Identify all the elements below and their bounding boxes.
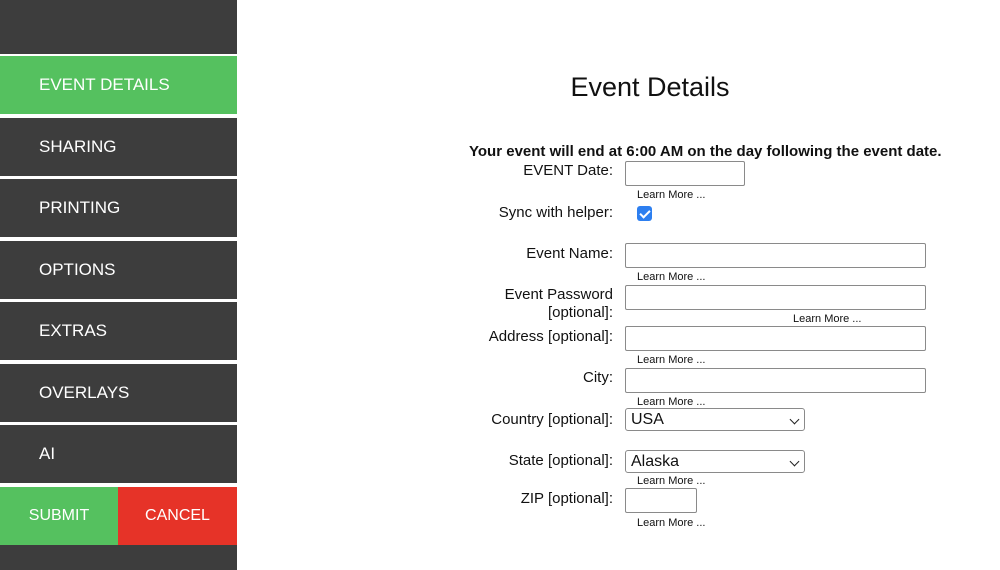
- event-password-input[interactable]: [625, 285, 926, 310]
- zip-label: ZIP [optional]:: [520, 490, 613, 507]
- state-label: State [optional]:: [508, 452, 613, 469]
- submit-button[interactable]: SUBMIT: [0, 487, 118, 545]
- country-select[interactable]: USA: [625, 408, 805, 431]
- sidebar-action-buttons: SUBMIT CANCEL: [0, 487, 237, 545]
- learn-more-event-name[interactable]: Learn More ...: [637, 271, 705, 283]
- chevron-down-icon: [789, 414, 800, 425]
- address-label: Address [optional]:: [488, 328, 613, 345]
- learn-more-state[interactable]: Learn More ...: [637, 475, 705, 487]
- sidebar-item-overlays[interactable]: OVERLAYS: [0, 364, 237, 422]
- learn-more-event-password[interactable]: Learn More ...: [793, 313, 861, 325]
- country-label: Country [optional]:: [491, 411, 613, 428]
- city-label: City:: [583, 369, 613, 386]
- sidebar-footer-block: [0, 545, 237, 570]
- state-select[interactable]: Alaska: [625, 450, 805, 473]
- sync-with-helper-label: Sync with helper:: [498, 204, 613, 221]
- learn-more-address[interactable]: Learn More ...: [637, 354, 705, 366]
- event-name-label: Event Name:: [526, 245, 613, 262]
- sync-with-helper-checkbox[interactable]: [637, 206, 652, 221]
- sidebar-item-ai[interactable]: AI: [0, 425, 237, 483]
- event-password-optional-label: [optional]:: [547, 304, 613, 321]
- learn-more-zip[interactable]: Learn More ...: [637, 517, 705, 529]
- country-selected-value: USA: [631, 411, 664, 428]
- event-name-input[interactable]: [625, 243, 926, 268]
- chevron-down-icon: [789, 456, 800, 467]
- learn-more-city[interactable]: Learn More ...: [637, 396, 705, 408]
- event-password-label: Event Password: [504, 286, 613, 303]
- page-title: Event Details: [570, 72, 730, 102]
- sidebar-header-block: [0, 0, 237, 54]
- event-end-notice: Your event will end at 6:00 AM on the da…: [469, 143, 942, 160]
- cancel-button[interactable]: CANCEL: [118, 487, 237, 545]
- address-input[interactable]: [625, 326, 926, 351]
- sidebar-item-sharing[interactable]: SHARING: [0, 118, 237, 176]
- event-date-input[interactable]: [625, 161, 745, 186]
- sidebar-item-options[interactable]: OPTIONS: [0, 241, 237, 299]
- city-input[interactable]: [625, 368, 926, 393]
- learn-more-event-date[interactable]: Learn More ...: [637, 189, 705, 201]
- sidebar-item-event-details[interactable]: EVENT DETAILS: [0, 56, 237, 114]
- state-selected-value: Alaska: [631, 453, 680, 470]
- event-date-label: EVENT Date:: [523, 162, 613, 179]
- sidebar-item-extras[interactable]: EXTRAS: [0, 302, 237, 360]
- sidebar-item-printing[interactable]: PRINTING: [0, 179, 237, 237]
- zip-input[interactable]: [625, 488, 697, 513]
- sidebar: EVENT DETAILS SHARING PRINTING OPTIONS E…: [0, 0, 238, 570]
